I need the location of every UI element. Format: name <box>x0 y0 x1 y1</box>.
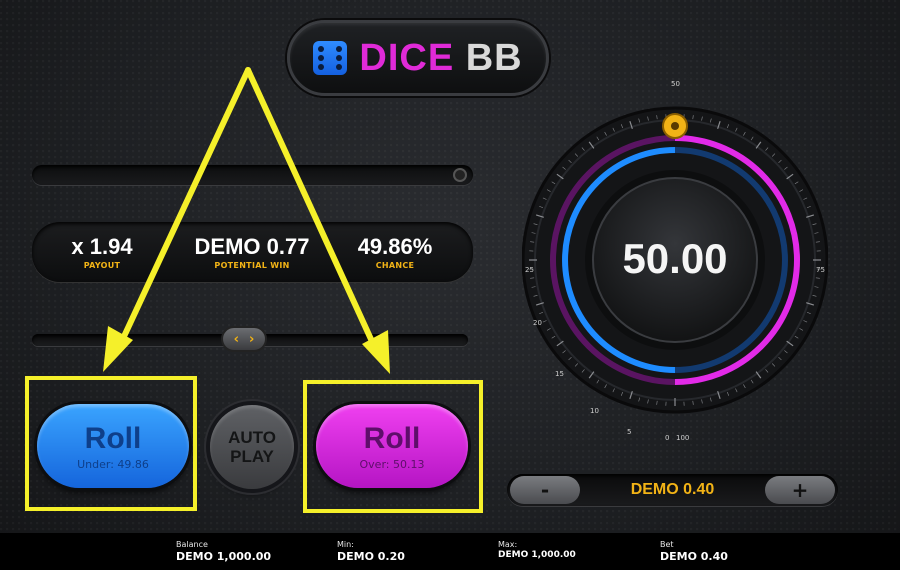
scale-label-75: 75 <box>816 266 825 274</box>
auto-play-line1: AUTO <box>228 428 276 447</box>
payout-value: x 1.94 <box>71 234 133 259</box>
auto-play-line2: PLAY <box>230 447 274 466</box>
potential-win-label: POTENTIAL WIN <box>214 261 290 270</box>
roll-over-target: Over: 50.13 <box>359 457 425 471</box>
scale-label-5: 5 <box>627 428 631 436</box>
minus-icon: - <box>540 478 550 502</box>
roll-under-button[interactable]: Roll Under: 49.86 <box>37 404 189 488</box>
potential-win-stat: DEMO 0.77 POTENTIAL WIN <box>187 234 317 270</box>
roll-under-title: Roll <box>84 421 142 455</box>
bet-amount: DEMO 0.40 <box>630 481 715 498</box>
roll-over-title: Roll <box>363 421 421 455</box>
chance-slider-handle[interactable]: ‹ › <box>221 326 267 352</box>
bet-label: Bet <box>660 540 674 549</box>
payout-stat: x 1.94 PAYOUT <box>62 234 142 270</box>
footer-bet: Bet DEMO 0.40 <box>660 540 728 563</box>
chance-value: 49.86% <box>357 234 433 259</box>
logo-text: DICE BB <box>359 37 522 80</box>
balance-label: Balance <box>176 540 208 549</box>
auto-play-button[interactable]: AUTO PLAY <box>210 405 294 489</box>
max-value: DEMO 1,000.00 <box>498 550 576 560</box>
dice-icon <box>313 41 348 75</box>
chance-label: CHANCE <box>375 261 415 270</box>
stats-panel: x 1.94 PAYOUT DEMO 0.77 POTENTIAL WIN 49… <box>32 222 473 282</box>
balance-value: DEMO 1,000.00 <box>176 550 272 563</box>
footer-balance: Balance DEMO 1,000.00 <box>176 540 271 563</box>
bet-value: DEMO 0.40 <box>660 550 728 563</box>
chevron-left-icon: ‹ <box>233 331 239 347</box>
bar-knob-icon <box>453 168 467 182</box>
bet-decrease-button[interactable]: - <box>510 476 580 504</box>
arrow-line-right <box>245 67 378 351</box>
top-progress-bar <box>32 165 473 185</box>
scale-label-20: 20 <box>533 319 542 327</box>
scale-label-25: 25 <box>525 266 534 274</box>
arrow-line-left <box>117 67 251 348</box>
footer-min: Min: DEMO 0.20 <box>337 540 405 563</box>
scale-label-50: 50 <box>671 80 680 88</box>
roll-over-button[interactable]: Roll Over: 50.13 <box>316 404 468 488</box>
game-logo: DICE BB <box>287 20 549 96</box>
chance-stat: 49.86% CHANCE <box>350 234 440 270</box>
scale-label-10: 10 <box>590 407 599 415</box>
scale-label-0: 0 <box>665 434 669 442</box>
min-value: DEMO 0.20 <box>337 550 405 563</box>
arrow-head-left <box>103 326 133 372</box>
scale-label-15: 15 <box>555 370 564 378</box>
potential-win-value: DEMO 0.77 <box>194 234 310 259</box>
logo-word-bb: BB <box>465 36 523 79</box>
roll-under-target: Under: 49.86 <box>77 457 149 471</box>
payout-label: PAYOUT <box>83 261 121 270</box>
footer-bar <box>0 533 900 570</box>
scale-label-100: 100 <box>676 434 689 442</box>
bet-increase-button[interactable]: + <box>765 476 835 504</box>
dial-center-value: 50.00 <box>622 235 728 282</box>
min-label: Min: <box>337 540 354 549</box>
roll-marker-center <box>671 122 679 130</box>
footer-max: Max: DEMO 1,000.00 <box>498 540 576 560</box>
chevron-right-icon: › <box>249 331 255 347</box>
plus-icon: + <box>791 478 809 502</box>
logo-word-dice: DICE <box>359 36 455 79</box>
max-label: Max: <box>498 540 518 549</box>
